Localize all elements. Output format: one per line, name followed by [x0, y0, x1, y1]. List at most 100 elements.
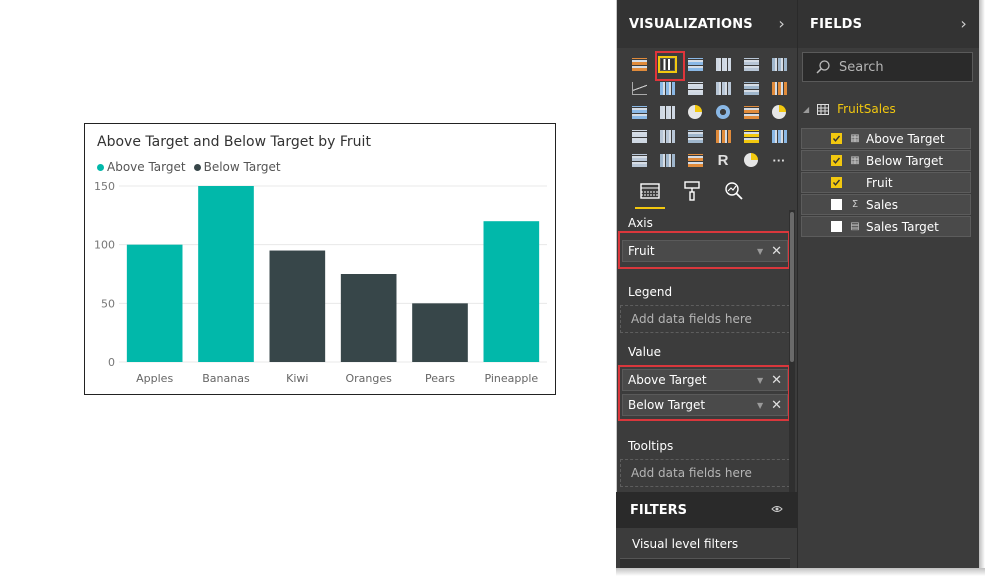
checkbox-checked[interactable] [831, 133, 842, 144]
wells-scrollbar-thumb[interactable] [790, 212, 794, 362]
axis-field-label: Fruit [628, 244, 655, 258]
bar-oranges-below-target[interactable] [340, 274, 397, 362]
pill-dropdown-icon[interactable]: ▼ [757, 247, 763, 256]
visual-glyph [657, 55, 677, 73]
collapse-fields-chevron-icon[interactable]: › [960, 14, 967, 33]
value-field-pill-above-target[interactable]: Above Target ▼ ✕ [622, 369, 788, 391]
100-stacked-column-chart-icon[interactable] [765, 52, 793, 76]
pane-shadow [979, 0, 985, 568]
field-below-target[interactable]: ▦ Below Target [801, 150, 971, 171]
line-column-chart-icon[interactable] [765, 76, 793, 100]
stacked-column-chart-icon[interactable] [653, 51, 685, 81]
matrix-icon[interactable] [681, 148, 709, 172]
axis-field-pill[interactable]: Fruit ▼ ✕ [622, 240, 788, 262]
field-fruit[interactable]: Fruit [801, 172, 971, 193]
table-fruitsales[interactable]: ◢ FruitSales [803, 100, 896, 118]
tooltips-drop-zone[interactable]: Add data fields here [620, 459, 790, 487]
visual-glyph [715, 81, 731, 95]
value-well-label: Value [628, 345, 661, 359]
line-chart-icon[interactable] [625, 76, 653, 100]
field-sales[interactable]: Σ Sales [801, 194, 971, 215]
slicer-icon[interactable] [625, 148, 653, 172]
calculator-icon: ▤ [850, 221, 860, 232]
visual-pane-tabs [617, 172, 797, 210]
bar-kiwi-below-target[interactable] [269, 250, 326, 362]
card-icon[interactable] [709, 124, 737, 148]
value-field-pill-below-target[interactable]: Below Target ▼ ✕ [622, 394, 788, 416]
field-label: Sales [866, 197, 898, 212]
y-tick-label: 100 [94, 239, 115, 252]
field-sales-target[interactable]: ▤ Sales Target [801, 216, 971, 237]
visual-glyph [659, 129, 675, 143]
kpi-icon[interactable] [765, 124, 793, 148]
fields-search-input[interactable]: Search [802, 52, 973, 82]
stacked-area-chart-icon[interactable] [681, 76, 709, 100]
stacked-bar-chart-icon[interactable] [625, 52, 653, 76]
visual-glyph [743, 57, 759, 71]
filter-drop-area[interactable] [620, 558, 790, 568]
legend-item-above-target[interactable]: Above Target [97, 160, 186, 174]
area-chart-icon[interactable] [653, 76, 681, 100]
remove-field-icon[interactable]: ✕ [771, 398, 782, 413]
bar-bananas-above-target[interactable] [198, 186, 254, 362]
r-visual-icon[interactable]: R [709, 148, 737, 172]
visual-type-gallery: R ··· [617, 48, 797, 172]
visualizations-title: VISUALIZATIONS [629, 16, 753, 32]
gauge-icon[interactable] [681, 124, 709, 148]
filled-map-icon[interactable] [625, 124, 653, 148]
column-chart-visual[interactable]: 0 50 100 150 Apples Bananas Kiwi Oranges Pears Pi… [84, 123, 556, 395]
checkbox-checked[interactable] [831, 155, 842, 166]
checkbox-unchecked[interactable] [831, 221, 842, 232]
line-stacked-column-icon[interactable] [737, 76, 765, 100]
table-icon[interactable] [653, 148, 681, 172]
pill-dropdown-icon[interactable]: ▼ [757, 376, 763, 385]
bar-pears-below-target[interactable] [412, 303, 468, 362]
fields-tab-icon[interactable] [635, 177, 665, 209]
expand-triangle-icon[interactable]: ◢ [803, 105, 809, 114]
treemap-icon[interactable] [737, 100, 765, 124]
eye-icon[interactable] [771, 503, 783, 516]
y-tick-label: 0 [108, 356, 115, 369]
checkbox-checked[interactable] [831, 177, 842, 188]
visual-glyph [772, 105, 786, 119]
visual-glyph [771, 129, 787, 143]
scatter-chart-icon[interactable] [653, 100, 681, 124]
map-icon[interactable] [765, 100, 793, 124]
visual-glyph [687, 57, 703, 71]
value-field-label: Below Target [628, 398, 706, 412]
ribbon-chart-icon[interactable] [625, 100, 653, 124]
sigma-icon: Σ [851, 199, 859, 210]
remove-field-icon[interactable]: ✕ [771, 373, 782, 388]
visual-glyph [631, 153, 647, 167]
x-tick-label: Pineapple [484, 372, 538, 385]
multi-row-card-icon[interactable] [737, 124, 765, 148]
visual-glyph [715, 57, 731, 71]
legend-item-below-target[interactable]: Below Target [193, 160, 281, 174]
clustered-column-chart-icon[interactable] [709, 52, 737, 76]
clustered-bar-chart-icon[interactable] [681, 52, 709, 76]
legend-drop-zone[interactable]: Add data fields here [620, 305, 790, 333]
filters-title: FILTERS [630, 502, 687, 518]
field-label: Sales Target [866, 219, 939, 234]
visual-glyph [631, 129, 647, 143]
visual-glyph [659, 153, 675, 167]
donut-chart-icon[interactable] [709, 100, 737, 124]
visual-glyph [688, 105, 702, 119]
pie-chart-icon[interactable] [681, 100, 709, 124]
100-stacked-bar-chart-icon[interactable] [737, 52, 765, 76]
more-label: ··· [772, 152, 786, 168]
format-tab-icon[interactable] [679, 177, 705, 205]
field-above-target[interactable]: ▦ Above Target [801, 128, 971, 149]
bar-apples-above-target[interactable] [126, 244, 183, 362]
bar-pineapple-above-target[interactable] [483, 221, 540, 362]
collapse-visualizations-chevron-icon[interactable]: › [778, 14, 785, 33]
remove-field-icon[interactable]: ✕ [771, 244, 782, 259]
analytics-tab-icon[interactable] [721, 177, 747, 205]
pill-dropdown-icon[interactable]: ▼ [757, 401, 763, 410]
checkbox-unchecked[interactable] [831, 199, 842, 210]
line-clustered-column-icon[interactable] [709, 76, 737, 100]
globe-icon[interactable] [737, 148, 765, 172]
more-icon[interactable]: ··· [765, 148, 793, 172]
funnel-icon[interactable] [653, 124, 681, 148]
value-field-label: Above Target [628, 373, 707, 387]
